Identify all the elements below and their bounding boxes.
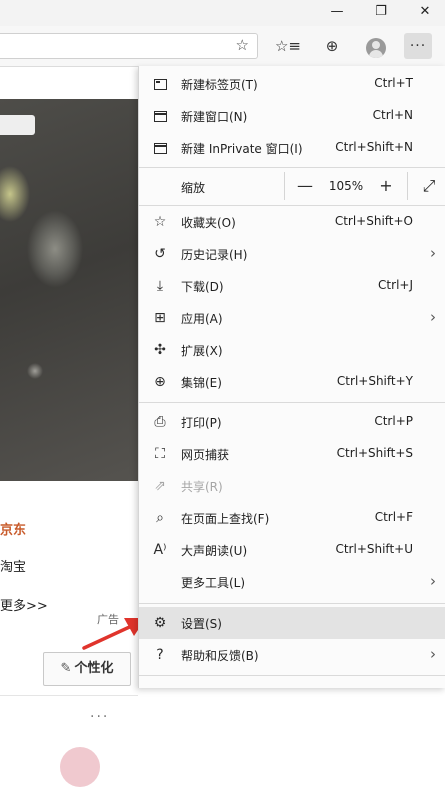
favorites-icon: ☆ bbox=[153, 214, 167, 230]
menu-item-history[interactable]: ↺ 历史记录(H) › bbox=[139, 238, 445, 270]
photo-label-box bbox=[0, 115, 35, 135]
apps-icon: ⊞ bbox=[154, 310, 166, 326]
menu-item-new-tab[interactable]: 新建标签页(T) Ctrl+T bbox=[139, 68, 445, 100]
link-more[interactable]: 更多>> bbox=[0, 595, 48, 614]
menu-item-help-feedback[interactable]: ? 帮助和反馈(B) › bbox=[139, 639, 445, 671]
menu-item-more-tools[interactable]: 更多工具(L) › bbox=[139, 566, 445, 598]
chevron-right-icon: › bbox=[430, 645, 436, 663]
title-bar: — ❐ ✕ bbox=[0, 0, 445, 26]
menu-separator bbox=[139, 675, 445, 676]
collections-icon: ⊕ bbox=[154, 374, 166, 390]
menu-item-settings[interactable]: ⚙ 设置(S) bbox=[139, 607, 445, 639]
menu-item-read-aloud[interactable]: A⁾ 大声朗读(U) Ctrl+Shift+U bbox=[139, 534, 445, 566]
zoom-value: 105% bbox=[328, 179, 364, 193]
menu-item-print[interactable]: ⎙ 打印(P) Ctrl+P bbox=[139, 406, 445, 438]
menu-item-downloads[interactable]: ⤓ 下载(D) Ctrl+J bbox=[139, 270, 445, 302]
chevron-right-icon: › bbox=[430, 308, 436, 326]
favorites-button[interactable]: ☆≡ bbox=[274, 33, 302, 59]
print-icon: ⎙ bbox=[154, 414, 166, 430]
personalize-label: 个性化 bbox=[74, 661, 114, 676]
zoom-row: 缩放 — 105% + ⤢ bbox=[139, 168, 445, 204]
pencil-icon: ✎ bbox=[60, 661, 72, 676]
menu-item-collections[interactable]: ⊕ 集锦(E) Ctrl+Shift+Y bbox=[139, 366, 445, 398]
background-photo bbox=[0, 99, 138, 481]
settings-icon: ⚙ bbox=[153, 615, 167, 631]
personalize-button[interactable]: ✎ 个性化 bbox=[43, 652, 131, 686]
menu-item-web-capture[interactable]: ⛶ 网页捕获 Ctrl+Shift+S bbox=[139, 438, 445, 470]
address-bar[interactable]: ☆ bbox=[0, 33, 258, 59]
read-aloud-icon: A⁾ bbox=[153, 542, 167, 558]
extensions-icon: ✣ bbox=[154, 342, 166, 358]
fullscreen-button[interactable]: ⤢ bbox=[415, 172, 443, 200]
menu-item-new-inprivate[interactable]: 新建 InPrivate 窗口(I) Ctrl+Shift+N bbox=[139, 132, 445, 164]
zoom-out-button[interactable]: — bbox=[291, 172, 319, 200]
inprivate-icon bbox=[151, 139, 169, 157]
menu-item-find-on-page[interactable]: ⌕ 在页面上查找(F) Ctrl+F bbox=[139, 502, 445, 534]
decorative-circle bbox=[60, 747, 100, 787]
find-icon: ⌕ bbox=[156, 510, 164, 526]
share-icon: ⇗ bbox=[154, 478, 166, 494]
divider bbox=[0, 695, 138, 696]
page-content: 京东 淘宝 更多>> 广告 ✎ 个性化 ··· bbox=[0, 67, 138, 787]
chevron-right-icon: › bbox=[430, 244, 436, 262]
settings-menu: 新建标签页(T) Ctrl+T 新建窗口(N) Ctrl+N 新建 InPriv… bbox=[138, 66, 445, 688]
more-options-icon[interactable]: ··· bbox=[90, 709, 109, 725]
help-icon: ? bbox=[156, 647, 164, 663]
zoom-label: 缩放 bbox=[181, 181, 206, 195]
menu-item-new-window[interactable]: 新建窗口(N) Ctrl+N bbox=[139, 100, 445, 132]
add-favorite-icon[interactable]: ☆ bbox=[236, 36, 249, 54]
menu-separator bbox=[139, 603, 445, 604]
menu-separator bbox=[139, 402, 445, 403]
minimize-icon[interactable]: — bbox=[326, 3, 348, 21]
menu-item-extensions[interactable]: ✣ 扩展(X) bbox=[139, 334, 445, 366]
link-jd[interactable]: 京东 bbox=[0, 519, 26, 538]
menu-item-share: ⇗ 共享(R) bbox=[139, 470, 445, 502]
profile-avatar[interactable] bbox=[366, 38, 386, 58]
link-taobao[interactable]: 淘宝 bbox=[0, 556, 26, 575]
close-icon[interactable]: ✕ bbox=[414, 3, 436, 21]
zoom-in-button[interactable]: + bbox=[372, 172, 400, 200]
restore-icon[interactable]: ❐ bbox=[370, 3, 392, 21]
collections-button[interactable]: ⊕ bbox=[318, 33, 346, 59]
history-icon: ↺ bbox=[154, 246, 166, 262]
settings-and-more-button[interactable]: ··· bbox=[404, 33, 432, 59]
chevron-right-icon: › bbox=[430, 572, 436, 590]
capture-icon: ⛶ bbox=[155, 446, 165, 462]
new-tab-icon bbox=[151, 75, 169, 93]
menu-item-apps[interactable]: ⊞ 应用(A) › bbox=[139, 302, 445, 334]
download-icon: ⤓ bbox=[156, 278, 164, 294]
new-window-icon bbox=[151, 107, 169, 125]
menu-item-favorites[interactable]: ☆ 收藏夹(O) Ctrl+Shift+O bbox=[139, 206, 445, 238]
